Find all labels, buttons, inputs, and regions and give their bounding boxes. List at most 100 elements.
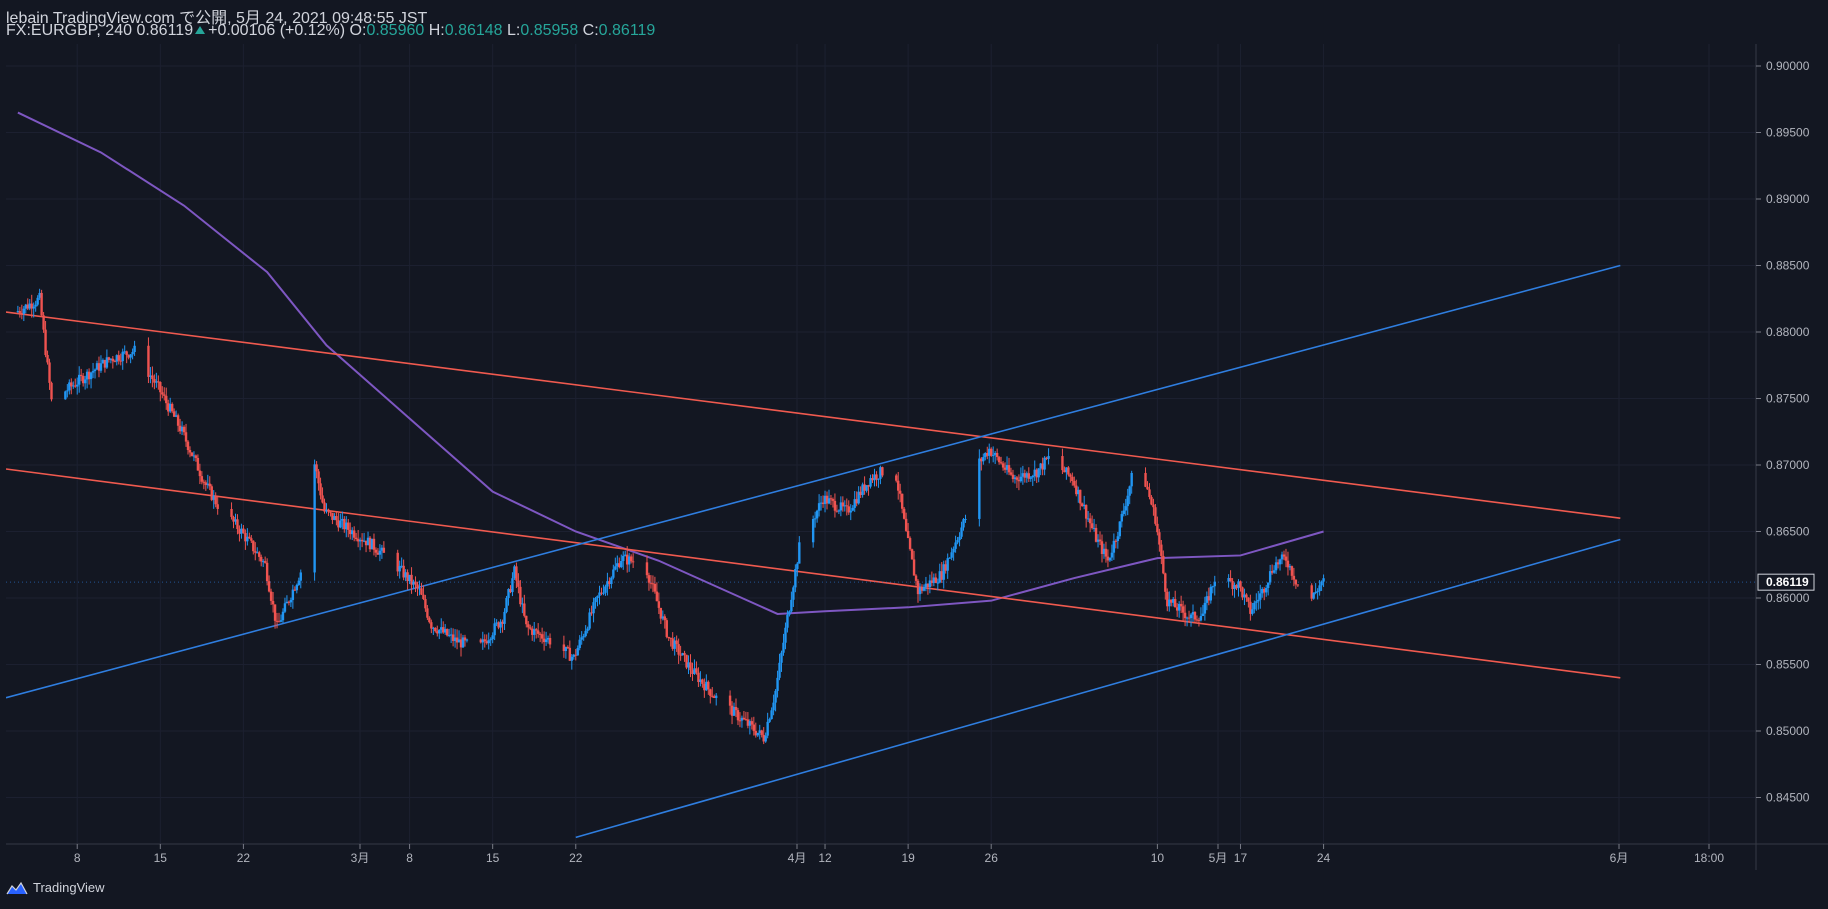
candle-body: [483, 639, 486, 642]
candle-body: [956, 540, 959, 543]
candle-body: [677, 644, 680, 655]
candle-body: [1253, 602, 1256, 610]
candle-body: [647, 575, 651, 583]
x-tick-label: 4月: [788, 851, 807, 865]
candle-body: [897, 480, 900, 491]
candle-body: [734, 706, 738, 711]
candle-body: [44, 329, 47, 355]
y-tick-label: 0.87000: [1766, 458, 1810, 472]
candle-body: [728, 695, 732, 706]
candle-body: [260, 556, 263, 562]
candle-body: [1318, 585, 1321, 592]
candle-body: [1090, 523, 1094, 529]
candle-body: [1284, 556, 1288, 561]
candle-body: [576, 648, 579, 656]
footer-brand[interactable]: TradingView: [6, 880, 105, 895]
candle-body: [631, 561, 635, 563]
candle-body: [772, 702, 775, 711]
candle-body: [428, 617, 431, 623]
candle-body: [1124, 506, 1127, 511]
y-tick-label: 0.89000: [1766, 192, 1810, 206]
candle-body: [434, 627, 437, 632]
candle-body: [1257, 599, 1260, 602]
candle-body: [131, 352, 134, 355]
candle-body: [1144, 472, 1147, 487]
footer-brand-text: TradingView: [33, 880, 105, 895]
candle-body: [954, 542, 957, 549]
candle-body: [273, 604, 277, 621]
candle-body: [133, 345, 136, 353]
candle-body: [111, 358, 115, 362]
candle-body: [489, 639, 492, 641]
candle-body: [707, 681, 710, 690]
candle-body: [946, 558, 949, 571]
candle-body: [653, 583, 657, 592]
candle-body: [125, 351, 128, 355]
candle-body: [511, 578, 514, 593]
candle-body: [1179, 603, 1183, 607]
candle-body: [958, 536, 961, 541]
candle-body: [1029, 477, 1032, 479]
candle-body: [788, 611, 791, 615]
candle-body: [1150, 496, 1153, 505]
x-tick-label: 8: [74, 851, 81, 865]
candle-body: [1193, 612, 1197, 620]
candle-body: [1209, 586, 1213, 601]
candle-body: [1108, 557, 1112, 561]
candle-body: [683, 653, 686, 655]
candle-body: [950, 552, 953, 558]
candle-body: [258, 552, 261, 557]
candle-body: [962, 519, 965, 528]
x-tick-label: 24: [1317, 851, 1331, 865]
candle-body: [77, 374, 81, 385]
candle-body: [1245, 594, 1248, 598]
candle-body: [214, 495, 217, 505]
candle-body: [36, 297, 39, 305]
candle-body: [586, 628, 589, 631]
candle-body: [1073, 480, 1076, 486]
candle-body: [736, 710, 740, 721]
candle-body: [295, 584, 299, 591]
candle-body: [534, 629, 538, 631]
candle-body: [503, 611, 506, 624]
candle-body: [936, 582, 939, 584]
tradingview-logo-icon: [6, 881, 28, 894]
plot-area[interactable]: [6, 44, 1756, 844]
x-tick-label: 6月: [1610, 851, 1629, 865]
candle-body: [655, 591, 659, 602]
candle-body: [515, 566, 518, 581]
price-axis[interactable]: 0.90000 0.89500 0.89000 0.88500 0.88000 0.875…: [1756, 59, 1810, 805]
candle-body: [1158, 532, 1161, 545]
candle-body: [592, 602, 595, 614]
candle-body: [184, 432, 188, 442]
time-axis[interactable]: 8 15 22 3月 8 15 22 4月 12 19 26 5月 10 17 24 6月 18:00: [74, 844, 1724, 865]
candle-body: [566, 646, 570, 648]
price-chart[interactable]: 0.90000 0.89500 0.89000 0.88500 0.88000 0.875…: [0, 0, 1828, 909]
candle-body: [1278, 559, 1282, 565]
candle-body: [614, 566, 617, 570]
candle-body: [978, 458, 981, 519]
candle-body: [695, 668, 698, 673]
candle-body: [517, 580, 520, 587]
candle-body: [610, 577, 613, 584]
candle-body: [1199, 616, 1203, 621]
candle-body: [794, 569, 797, 588]
candle-body: [764, 735, 767, 742]
candle-body: [995, 452, 999, 458]
candle-body: [768, 719, 771, 722]
candle-body: [198, 470, 202, 477]
y-tick-label: 0.85500: [1766, 658, 1810, 672]
candle-body: [525, 615, 528, 625]
candle-body: [196, 457, 200, 471]
candle-body: [313, 464, 316, 573]
candle-body: [908, 538, 912, 550]
candle-body: [1148, 489, 1151, 497]
candle-body: [335, 516, 338, 521]
last-price-label: 0.86119: [1766, 575, 1809, 589]
candle-body: [964, 518, 967, 520]
candle-body: [580, 637, 583, 640]
candle-body: [540, 634, 544, 639]
candle-body: [291, 589, 295, 600]
candle-body: [22, 308, 26, 314]
candle-body: [1162, 555, 1165, 574]
